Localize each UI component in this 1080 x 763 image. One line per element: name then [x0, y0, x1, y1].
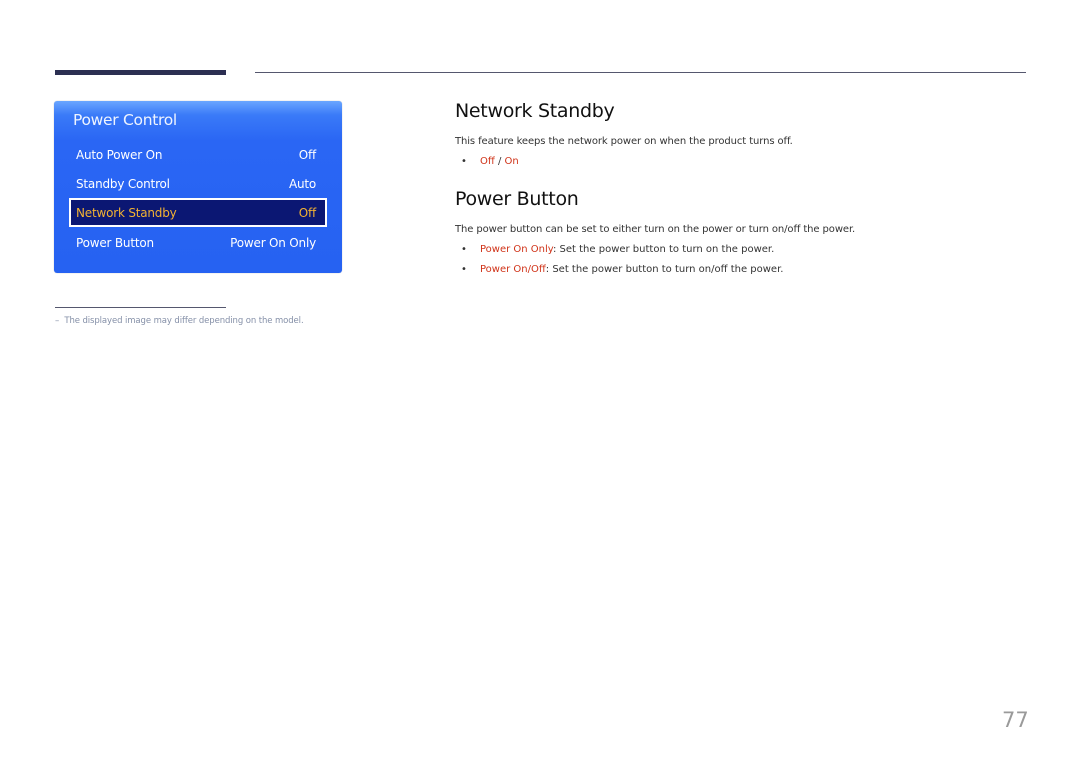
power-button-description: The power button can be set to either tu… [455, 224, 856, 235]
menu-item-network-standby[interactable]: Network Standby Off [69, 198, 327, 227]
footnote-text: The displayed image may differ depending… [64, 316, 304, 326]
menu-item-label: Network Standby [76, 206, 177, 220]
footnote-dash: – [55, 316, 60, 326]
menu-item-label: Power Button [76, 236, 154, 250]
option-term: Power On Only [480, 244, 553, 255]
power-button-heading: Power Button [455, 188, 579, 210]
menu-item-value: Auto [288, 177, 316, 191]
option-off: Off [480, 156, 495, 167]
option-text: : Set the power button to turn on the po… [552, 244, 775, 255]
menu-item-value: Off [298, 206, 317, 220]
power-control-menu: Power Control Auto Power On Off Standby … [54, 101, 342, 273]
network-standby-description: This feature keeps the network power on … [455, 136, 793, 147]
menu-item-standby-control[interactable]: Standby Control Auto [70, 170, 326, 198]
bullet-icon: • [461, 264, 467, 275]
footnote-rule [55, 307, 226, 308]
network-standby-heading: Network Standby [455, 100, 615, 122]
menu-item-power-button[interactable]: Power Button Power On Only [70, 229, 326, 257]
menu-title: Power Control [73, 111, 177, 129]
option-term: Power On/Off [480, 264, 546, 275]
menu-item-value: Power On Only [230, 236, 316, 250]
menu-item-auto-power-on[interactable]: Auto Power On Off [70, 141, 326, 169]
menu-item-label: Auto Power On [76, 148, 163, 162]
menu-item-value: Off [298, 148, 317, 162]
page-number: 77 [1002, 708, 1029, 732]
footnote: – The displayed image may differ dependi… [55, 316, 304, 326]
header-rule-thick [55, 70, 226, 75]
bullet-icon: • [461, 156, 467, 167]
bullet-icon: • [461, 244, 467, 255]
option-on: On [504, 156, 519, 167]
header-rule-thin [255, 72, 1026, 73]
menu-item-label: Standby Control [76, 177, 170, 191]
option-text: : Set the power button to turn on/off th… [545, 264, 784, 275]
option-separator: / [494, 156, 505, 167]
